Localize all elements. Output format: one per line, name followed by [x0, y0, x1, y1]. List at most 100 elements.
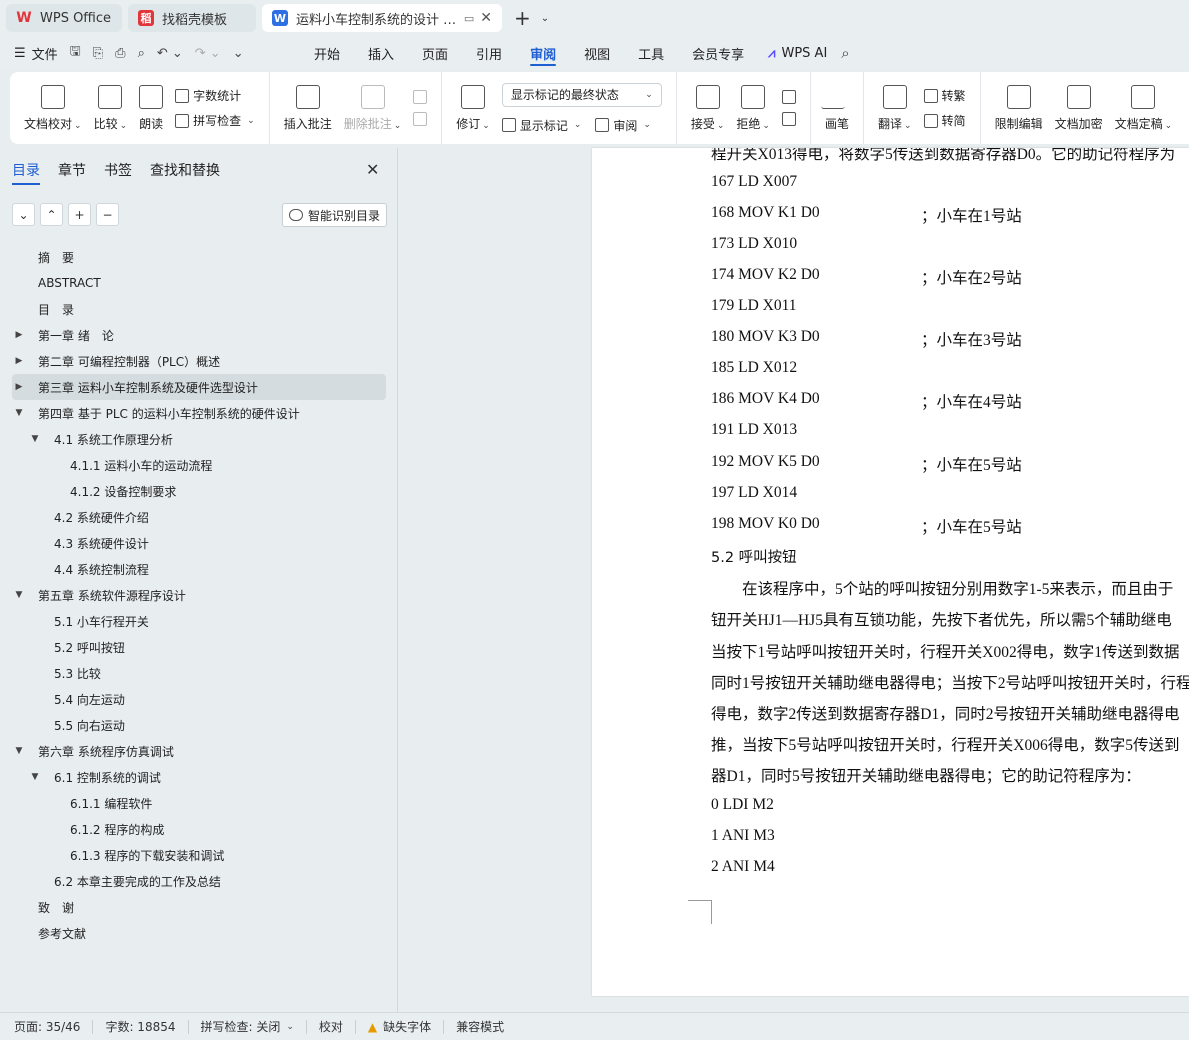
more-chevron-icon[interactable]: ⌄	[233, 46, 244, 61]
toc-item[interactable]: 5.5 向右运动	[12, 712, 386, 738]
menu-tab[interactable]: 开始	[300, 36, 354, 70]
tab-daoke-templates[interactable]: 稻 找稻壳模板	[128, 4, 256, 32]
review-pane-button[interactable]: 审阅	[613, 117, 637, 134]
toc-item[interactable]: 5.4 向左运动	[12, 686, 386, 712]
toc-item[interactable]: ▶ 第一章 绪 论	[12, 322, 386, 348]
redo-icon[interactable]: ↷ ⌄	[195, 46, 221, 61]
toc-item[interactable]: ▼ 第四章 基于 PLC 的运料小车控制系统的硬件设计	[12, 400, 386, 426]
to-traditional-button[interactable]: 转繁	[923, 87, 966, 104]
to-simplified-button[interactable]: 转简	[923, 112, 966, 129]
print-preview-icon[interactable]: ⌕	[138, 46, 145, 61]
nav-tab[interactable]: 目录	[12, 160, 40, 185]
tab-wps-office[interactable]: W WPS Office	[6, 4, 122, 32]
collapse-arrow-icon[interactable]: ▶	[12, 330, 26, 340]
chevron-down-icon[interactable]: ⌄	[541, 13, 549, 24]
proof-status[interactable]: 校对	[307, 1019, 356, 1034]
toc-item[interactable]: 6.1.2 程序的构成	[12, 816, 386, 842]
next-comment-button[interactable]	[413, 112, 428, 126]
toc-item[interactable]: 参考文献	[12, 920, 386, 946]
chevron-up-icon[interactable]: ⌃	[40, 203, 63, 226]
toc-item[interactable]: ▶ 第三章 运料小车控制系统及硬件选型设计	[12, 374, 386, 400]
toc-item[interactable]: ▼ 4.1 系统工作原理分析	[12, 426, 386, 452]
tab-document[interactable]: W 运料小车控制系统的设计 毕业 ▭ ✕	[262, 4, 502, 32]
read-aloud-button[interactable]: 朗读	[133, 72, 169, 144]
export-icon[interactable]: ⎘	[93, 46, 103, 61]
toc-item[interactable]: 5.3 比较	[12, 660, 386, 686]
expand-arrow-icon[interactable]: ▼	[28, 434, 42, 444]
translate-button[interactable]: 翻译 ⌄	[872, 72, 918, 144]
doc-check-button[interactable]: 文档校对 ⌄	[18, 72, 88, 144]
encrypt-button[interactable]: 文档加密	[1049, 72, 1109, 144]
toc-item[interactable]: ▼ 第六章 系统程序仿真调试	[12, 738, 386, 764]
finalize-button[interactable]: 文档定稿 ⌄	[1109, 72, 1179, 144]
nav-tab[interactable]: 章节	[58, 160, 86, 180]
undo-icon[interactable]: ↶ ⌄	[157, 46, 183, 61]
page-indicator[interactable]: 页面: 35/46	[14, 1019, 94, 1034]
toc-item[interactable]: 摘 要	[12, 244, 386, 270]
menu-tab[interactable]: 引用	[462, 36, 516, 70]
toc-item[interactable]: ABSTRACT	[12, 270, 386, 296]
menu-tab[interactable]: 视图	[570, 36, 624, 70]
spell-check-status[interactable]: 拼写检查: 关闭 ⌄	[189, 1019, 307, 1034]
toc-item[interactable]: 6.1.1 编程软件	[12, 790, 386, 816]
nav-tab[interactable]: 书签	[104, 160, 132, 180]
chevron-down-icon[interactable]: ⌄	[12, 203, 35, 226]
toc-item[interactable]: ▶ 第二章 可编程控制器（PLC）概述	[12, 348, 386, 374]
toc-item[interactable]: 5.2 呼叫按钮	[12, 634, 386, 660]
spell-check-button[interactable]: 拼写检查 ⌄	[175, 112, 255, 129]
prev-comment-button[interactable]	[413, 90, 428, 104]
menu-tab[interactable]: 审阅	[516, 36, 570, 70]
plus-icon[interactable]: +	[68, 203, 91, 226]
smart-toc-button[interactable]: 智能识别目录	[282, 203, 388, 227]
toc-item[interactable]: 6.2 本章主要完成的工作及总结	[12, 868, 386, 894]
restrict-edit-button[interactable]: 限制编辑	[989, 72, 1049, 144]
toc-item[interactable]: 6.1.3 程序的下载安装和调试	[12, 842, 386, 868]
compare-button[interactable]: 比较 ⌄	[88, 72, 134, 144]
word-count-button[interactable]: 字数统计	[175, 87, 255, 104]
toc-item[interactable]: 目 录	[12, 296, 386, 322]
new-tab-button[interactable]: +	[514, 6, 531, 30]
markup-mode-dropdown[interactable]: 显示标记的最终状态 ⌄	[501, 82, 662, 107]
next-change-button[interactable]	[781, 112, 796, 126]
monitor-icon[interactable]: ▭	[464, 12, 474, 25]
missing-font-status[interactable]: ▲ 缺失字体	[356, 1019, 445, 1034]
nav-tab[interactable]: 查找和替换	[150, 160, 220, 180]
print-icon[interactable]: ⎙	[115, 46, 125, 61]
save-icon[interactable]: 🖫	[70, 42, 81, 64]
toc-item[interactable]: 5.1 小车行程开关	[12, 608, 386, 634]
toc-item[interactable]: 4.1.1 运料小车的运动流程	[12, 452, 386, 478]
reject-button[interactable]: 拒绝 ⌄	[730, 72, 776, 144]
expand-arrow-icon[interactable]: ▼	[28, 772, 42, 782]
collapse-arrow-icon[interactable]: ▶	[12, 356, 26, 366]
close-icon[interactable]: ✕	[366, 160, 379, 179]
toc-item[interactable]: ▼ 第五章 系统软件源程序设计	[12, 582, 386, 608]
menu-tab[interactable]: 页面	[408, 36, 462, 70]
toc-item[interactable]: 4.3 系统硬件设计	[12, 530, 386, 556]
expand-arrow-icon[interactable]: ▼	[12, 408, 26, 418]
insert-comment-button[interactable]: 插入批注	[278, 72, 338, 144]
file-menu[interactable]: ☰ 文件	[14, 44, 58, 63]
show-markup-button[interactable]: 显示标记	[520, 117, 568, 134]
menu-tab[interactable]: 工具	[624, 36, 678, 70]
word-count-indicator[interactable]: 字数: 18854	[93, 1019, 189, 1034]
expand-arrow-icon[interactable]: ▼	[12, 590, 26, 600]
delete-comment-button[interactable]: 删除批注 ⌄	[338, 72, 408, 144]
menu-tab[interactable]: 会员专享	[678, 36, 758, 70]
collapse-arrow-icon[interactable]: ▶	[12, 382, 26, 392]
accept-button[interactable]: 接受 ⌄	[685, 72, 731, 144]
toc-item[interactable]: 4.4 系统控制流程	[12, 556, 386, 582]
close-icon[interactable]: ✕	[480, 10, 492, 26]
wps-ai-button[interactable]: ⩘ WPS AI	[768, 46, 827, 61]
toc-item[interactable]: 4.1.2 设备控制要求	[12, 478, 386, 504]
toc-item[interactable]: ▼ 6.1 控制系统的调试	[12, 764, 386, 790]
pen-button[interactable]: 画笔	[819, 72, 855, 144]
toc-item[interactable]: 致 谢	[12, 894, 386, 920]
expand-arrow-icon[interactable]: ▼	[12, 746, 26, 756]
minus-icon[interactable]: −	[96, 203, 119, 226]
menu-tab[interactable]: 插入	[354, 36, 408, 70]
toc-item[interactable]: 4.2 系统硬件介绍	[12, 504, 386, 530]
document-page[interactable]: 程开关X013得电，将数字5传送到数据寄存器D0。它的助记符程序为 167 LD …	[592, 148, 1189, 996]
search-icon[interactable]: ⌕	[841, 44, 849, 62]
revise-button[interactable]: 修订 ⌄	[450, 72, 496, 144]
prev-change-button[interactable]	[781, 90, 796, 104]
